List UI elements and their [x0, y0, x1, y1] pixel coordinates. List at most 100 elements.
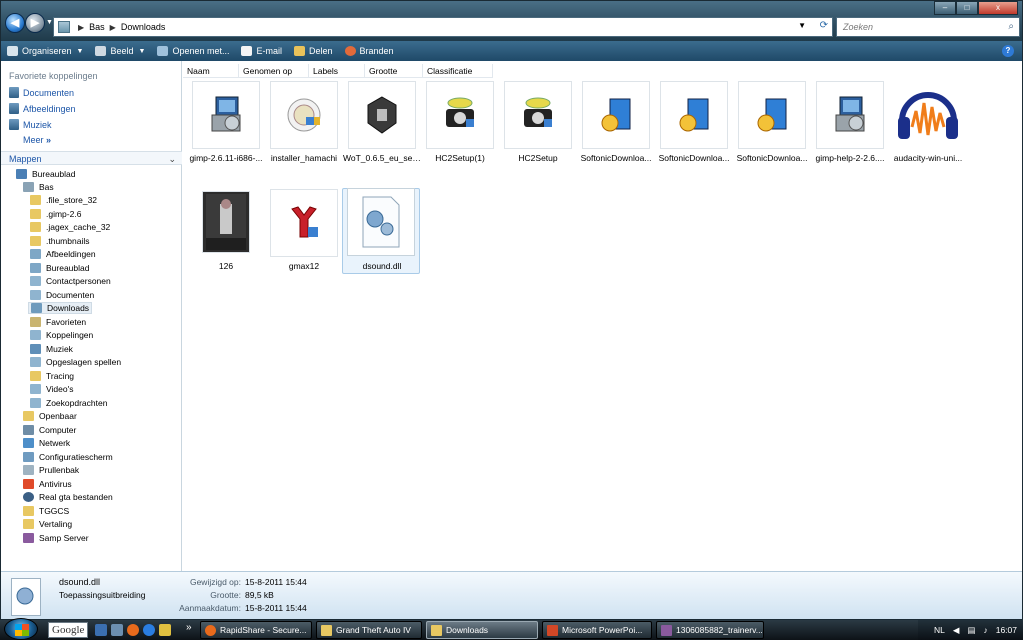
organize-menu[interactable]: Organiseren ▼ — [7, 46, 83, 56]
file-item[interactable]: 126 — [187, 189, 265, 275]
breadcrumb-item-bas[interactable]: Bas — [89, 22, 105, 32]
back-button[interactable]: ◀ — [5, 13, 25, 33]
favorite-music[interactable]: Muziek — [9, 119, 52, 130]
file-item[interactable]: HC2Setup(1) — [421, 81, 499, 167]
tree-item[interactable]: Zoekopdrachten — [30, 398, 107, 408]
tree-item[interactable]: Netwerk — [23, 438, 70, 448]
favorite-pictures[interactable]: Afbeeldingen — [9, 103, 76, 114]
file-item[interactable]: WoT_0.6.5_eu_setup — [343, 81, 421, 167]
tree-item[interactable]: Configuratiescherm — [23, 452, 113, 462]
tray-arrow-icon[interactable]: ◀ — [953, 625, 960, 636]
maximize-button[interactable]: □ — [956, 1, 978, 15]
breadcrumb-item-downloads[interactable]: Downloads — [121, 22, 166, 32]
help-button[interactable]: ? — [1002, 45, 1014, 57]
breadcrumb-separator-icon[interactable]: ▶ — [78, 23, 84, 32]
burn-button[interactable]: Branden — [344, 46, 394, 56]
open-with-button[interactable]: Openen met... — [157, 46, 229, 56]
view-menu[interactable]: Beeld ▼ — [95, 46, 145, 56]
tree-item[interactable]: Opgeslagen spellen — [30, 357, 121, 367]
installer-icon — [816, 81, 884, 149]
task-rapidshare[interactable]: RapidShare - Secure... — [200, 621, 312, 639]
tree-item[interactable]: Antivirus — [23, 479, 72, 489]
tree-item-downloads-selected[interactable]: Downloads — [28, 302, 93, 314]
file-item[interactable]: installer_hamachi — [265, 81, 343, 167]
internet-explorer-icon[interactable] — [143, 624, 155, 636]
task-gta-iv[interactable]: Grand Theft Auto IV — [316, 621, 422, 639]
file-item-selected[interactable]: dsound.dll — [342, 188, 420, 274]
file-item[interactable]: SoftonicDownloa... — [655, 81, 733, 167]
desktop-icon — [16, 169, 27, 179]
show-desktop-icon[interactable] — [95, 624, 107, 636]
language-indicator[interactable]: NL — [934, 625, 945, 635]
system-tray: NL ◀ ▤ ♪ 16:07 — [918, 620, 1023, 640]
breadcrumb-separator-icon[interactable]: ▶ — [110, 23, 116, 32]
tree-item[interactable]: TGGCS — [23, 506, 69, 516]
share-button[interactable]: Delen — [294, 46, 333, 56]
address-dropdown-icon[interactable]: ▼ — [798, 21, 806, 30]
task-powerpoint[interactable]: Microsoft PowerPoi... — [542, 621, 652, 639]
tree-item[interactable]: Prullenbak — [23, 465, 79, 475]
hamachi-icon — [270, 81, 338, 149]
firefox-icon[interactable] — [127, 624, 139, 636]
email-button[interactable]: E-mail — [241, 46, 282, 56]
tree-item[interactable]: Afbeeldingen — [30, 249, 96, 259]
more-link[interactable]: Meer » — [23, 135, 51, 145]
search-icon[interactable]: ⌕ — [1008, 21, 1014, 32]
column-size[interactable]: Grootte — [365, 64, 423, 77]
tree-item[interactable]: .thumbnails — [30, 236, 89, 246]
google-search-box[interactable]: Google — [48, 622, 88, 638]
switch-windows-icon[interactable] — [111, 624, 123, 636]
breadcrumb[interactable]: ▶ Bas ▶ Downloads ▼ ⟳ — [53, 17, 833, 37]
file-item[interactable]: audacity-win-uni... — [889, 81, 967, 167]
tree-item[interactable]: Real gta bestanden — [23, 492, 113, 502]
tree-item[interactable]: .jagex_cache_32 — [30, 222, 110, 232]
file-item[interactable]: HC2Setup — [499, 81, 577, 167]
file-item[interactable]: gmax12 — [265, 189, 343, 275]
tree-item-desktop[interactable]: Bureaublad — [16, 169, 75, 179]
column-name[interactable]: Naam — [183, 64, 239, 77]
tree-item[interactable]: Documenten — [30, 290, 94, 300]
tree-item[interactable]: Video's — [30, 384, 73, 394]
quicklaunch-icon[interactable] — [159, 624, 171, 636]
folder-icon — [30, 222, 41, 232]
tree-item[interactable]: Computer — [23, 425, 76, 435]
volume-icon[interactable]: ♪ — [983, 625, 987, 635]
refresh-icon[interactable]: ⟳ — [820, 20, 828, 31]
search-input[interactable]: Zoeken ⌕ — [836, 17, 1020, 37]
tree-item[interactable]: Contactpersonen — [30, 276, 111, 286]
task-trainer[interactable]: 1306085882_trainerv... — [656, 621, 764, 639]
column-date-taken[interactable]: Genomen op — [239, 64, 309, 77]
burn-icon — [344, 46, 356, 56]
folder-icon — [30, 371, 41, 381]
task-downloads[interactable]: Downloads — [426, 621, 538, 639]
file-item[interactable]: gimp-help-2-2.6.... — [811, 81, 889, 167]
network-icon[interactable]: ▤ — [967, 625, 975, 636]
tree-item[interactable]: Favorieten — [30, 317, 86, 327]
file-item[interactable]: SoftonicDownloa... — [733, 81, 811, 167]
tree-item[interactable]: .gimp-2.6 — [30, 209, 81, 219]
tree-item-bas[interactable]: Bas — [23, 182, 54, 192]
tree-item[interactable]: Openbaar — [23, 411, 77, 421]
tree-item[interactable]: Muziek — [30, 344, 73, 354]
clock[interactable]: 16:07 — [996, 625, 1017, 635]
file-item[interactable]: SoftonicDownloa... — [577, 81, 655, 167]
favorite-documents[interactable]: Documenten — [9, 87, 74, 98]
column-tags[interactable]: Labels — [309, 64, 365, 77]
start-button[interactable] — [4, 618, 38, 640]
tree-item[interactable]: Samp Server — [23, 533, 89, 543]
tree-item[interactable]: Koppelingen — [30, 330, 93, 340]
folders-header[interactable]: Mappen ⌄ — [1, 151, 182, 165]
minimize-button[interactable]: – — [934, 1, 956, 15]
file-item[interactable]: gimp-2.6.11-i686-... — [187, 81, 265, 167]
tree-item[interactable]: Bureaublad — [30, 263, 89, 273]
forward-button[interactable]: ▶ — [25, 13, 45, 33]
close-button[interactable]: x — [978, 1, 1018, 15]
audacity-icon — [894, 81, 962, 149]
tree-item[interactable]: .file_store_32 — [30, 195, 97, 205]
column-rating[interactable]: Classificatie — [423, 64, 493, 77]
tree-item[interactable]: Vertaling — [23, 519, 72, 529]
tree-item[interactable]: Tracing — [30, 371, 74, 381]
recent-pages-dropdown[interactable]: ▼ — [46, 19, 53, 26]
quicklaunch-more-icon[interactable]: » — [186, 622, 192, 633]
setup-camera-icon — [426, 81, 494, 149]
